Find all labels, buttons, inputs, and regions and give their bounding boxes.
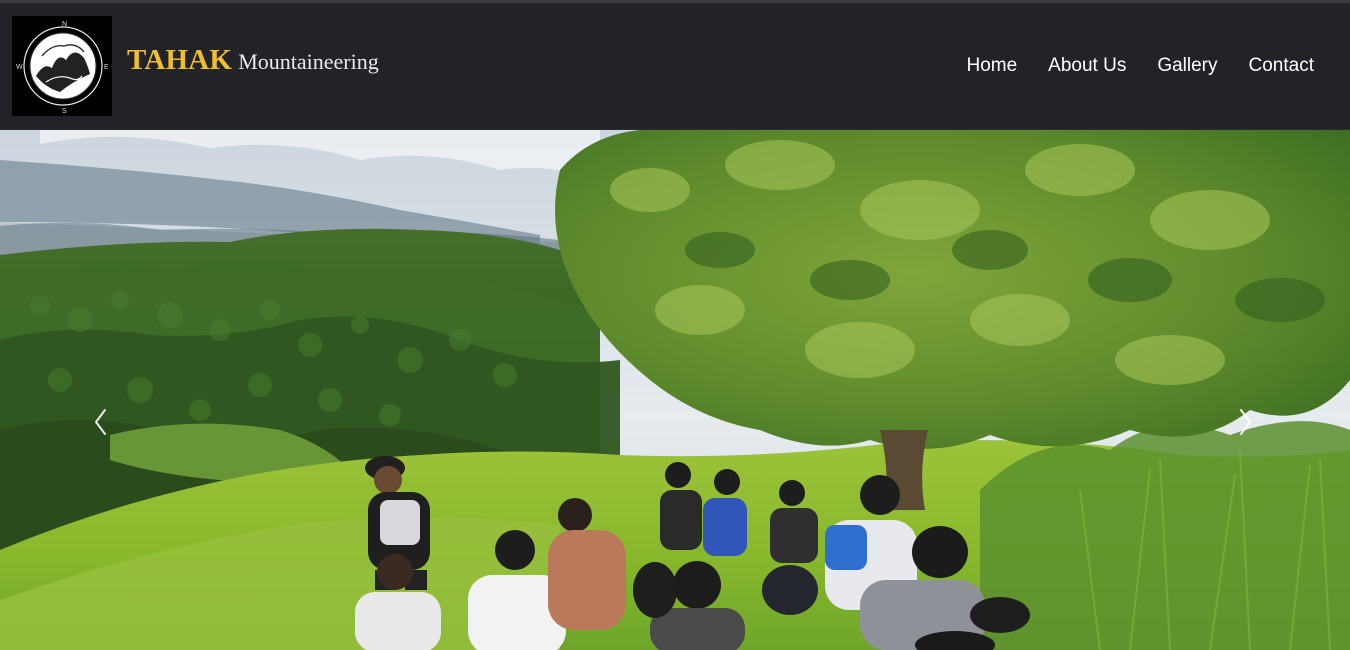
main-nav: Home About Us Gallery Contact: [966, 56, 1314, 75]
nav-contact[interactable]: Contact: [1249, 56, 1314, 75]
compass-west-letter: W: [16, 64, 23, 71]
brand-name-strong: TAHAK: [127, 44, 233, 76]
compass-east-letter: E: [104, 64, 109, 71]
hero-photo: [0, 130, 1350, 650]
brand-title[interactable]: TAHAK Mountaineering: [127, 46, 379, 75]
nav-about-us[interactable]: About Us: [1048, 56, 1126, 75]
brand-name-rest: Mountaineering: [238, 49, 379, 74]
hero-carousel: [0, 130, 1350, 650]
carousel-prev-button[interactable]: [68, 380, 138, 470]
navbar: N E S W TAHAK Mountaineering Home About U…: [0, 3, 1350, 130]
compass-south-letter: S: [62, 108, 67, 115]
compass-north-letter: N: [62, 21, 67, 28]
site-logo[interactable]: N E S W: [12, 16, 112, 116]
chevron-left-icon: [95, 409, 106, 435]
nav-gallery[interactable]: Gallery: [1157, 56, 1217, 75]
carousel-next-button[interactable]: [1212, 380, 1282, 470]
compass-logo-icon: N E S W: [12, 16, 112, 116]
nav-home[interactable]: Home: [966, 56, 1017, 75]
chevron-right-icon: [1240, 409, 1251, 435]
